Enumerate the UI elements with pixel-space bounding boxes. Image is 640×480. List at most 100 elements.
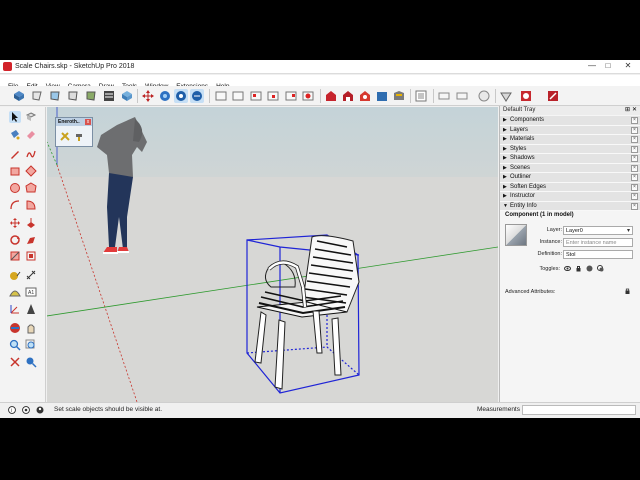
section-close-icon[interactable]: × xyxy=(631,183,638,191)
instance-name-input[interactable]: Enter instance name xyxy=(563,238,633,247)
orbit-tool-icon[interactable] xyxy=(9,322,21,334)
tray-section-shadows[interactable]: ▶ Shadows × xyxy=(500,154,640,164)
follow-me-icon[interactable] xyxy=(25,234,37,246)
paint-style-icon[interactable] xyxy=(48,89,62,103)
section-close-icon[interactable]: × xyxy=(631,117,638,124)
scale-plugin-icon[interactable] xyxy=(546,89,560,103)
padlock-icon[interactable] xyxy=(625,288,630,294)
tray-section-scenes[interactable]: ▶ Scenes × xyxy=(500,163,640,173)
iso-view-icon[interactable] xyxy=(214,89,228,103)
tray-section-materials[interactable]: ▶ Materials × xyxy=(500,135,640,145)
orbit-icon[interactable] xyxy=(158,89,172,103)
tray-pin-icon[interactable]: ⊞ xyxy=(625,106,630,115)
section-close-icon[interactable]: × xyxy=(631,126,638,134)
tray-section-soften-edges[interactable]: ▶ Soften Edges × xyxy=(500,182,640,192)
pan-hand-icon[interactable] xyxy=(25,322,37,334)
protractor-icon[interactable] xyxy=(9,286,21,298)
position-camera-icon[interactable] xyxy=(25,356,37,368)
rectangle-icon[interactable] xyxy=(9,165,21,177)
move-icon[interactable] xyxy=(141,89,155,103)
eraser-icon[interactable] xyxy=(25,128,37,140)
section-plane-icon[interactable] xyxy=(437,89,451,103)
monochrome-style-icon[interactable] xyxy=(102,89,116,103)
hammer-icon[interactable] xyxy=(74,130,86,142)
polygon-icon[interactable] xyxy=(25,182,37,194)
sandbox-icon[interactable] xyxy=(499,89,513,103)
scale-figure-person[interactable] xyxy=(97,117,147,254)
zoom-tool-icon[interactable] xyxy=(9,339,21,351)
shaded-style-icon[interactable] xyxy=(66,89,80,103)
pan-icon[interactable] xyxy=(174,89,188,103)
cast-shadows-icon[interactable] xyxy=(597,265,604,272)
make-component-icon[interactable] xyxy=(25,111,37,123)
rotated-rectangle-icon[interactable] xyxy=(25,165,37,177)
close-button[interactable]: ✕ xyxy=(623,61,633,71)
floating-window-close-button[interactable]: x xyxy=(85,119,91,125)
scale-figure-tool-icon[interactable] xyxy=(59,130,71,142)
select-arrow-icon[interactable] xyxy=(9,111,21,123)
credits-icon[interactable] xyxy=(22,406,30,414)
section-close-icon[interactable]: × xyxy=(631,174,638,181)
receive-shadows-icon[interactable] xyxy=(586,265,593,272)
section-close-icon[interactable]: × xyxy=(631,136,638,143)
advanced-attributes-label[interactable]: Advanced Attributes: xyxy=(505,289,555,295)
tray-section-layers[interactable]: ▶ Layers × xyxy=(500,125,640,135)
tray-section-styles[interactable]: ▶ Styles × xyxy=(500,144,640,154)
tray-close-button[interactable]: ✕ xyxy=(632,106,637,115)
chair-component[interactable] xyxy=(254,235,360,390)
layer-select[interactable]: Layer0 xyxy=(563,226,633,235)
shape-icon[interactable] xyxy=(30,89,44,103)
tray-section-components[interactable]: ▶ Components × xyxy=(500,116,640,126)
zoom-window-icon[interactable] xyxy=(25,339,37,351)
display-sections-icon[interactable] xyxy=(477,89,491,103)
extension-manager-icon[interactable] xyxy=(392,89,406,103)
tray-section-instructor[interactable]: ▶ Instructor × xyxy=(500,192,640,202)
3d-text-icon[interactable] xyxy=(25,303,37,315)
rotate-icon[interactable] xyxy=(9,234,21,246)
line-pencil-icon[interactable] xyxy=(9,148,21,160)
scale-icon[interactable] xyxy=(9,250,21,262)
push-pull-icon[interactable] xyxy=(25,217,37,229)
pie-icon[interactable] xyxy=(25,199,37,211)
circle-icon[interactable] xyxy=(9,182,21,194)
section-close-icon[interactable]: × xyxy=(631,164,638,172)
axes-icon[interactable] xyxy=(9,303,21,315)
top-view-icon[interactable] xyxy=(231,89,245,103)
move-tool-icon[interactable] xyxy=(9,217,21,229)
freehand-icon[interactable] xyxy=(25,148,37,160)
minimize-button[interactable]: — xyxy=(587,61,597,71)
left-view-icon[interactable] xyxy=(301,89,315,103)
geolocation-info-icon[interactable]: i xyxy=(8,406,16,414)
plugin-icon[interactable] xyxy=(519,89,533,103)
extension-warehouse-icon[interactable] xyxy=(358,89,372,103)
share-component-icon[interactable] xyxy=(341,89,355,103)
warehouse-icon[interactable] xyxy=(324,89,338,103)
text-icon[interactable]: A1 xyxy=(25,286,37,298)
hidden-toggle-eye-icon[interactable] xyxy=(564,265,571,272)
tray-section-outliner[interactable]: ▶ Outliner × xyxy=(500,173,640,183)
offset-icon[interactable] xyxy=(25,250,37,262)
paint-bucket-icon[interactable] xyxy=(9,128,21,140)
zoom-icon[interactable] xyxy=(190,89,204,103)
back-view-icon[interactable] xyxy=(284,89,298,103)
front-view-icon[interactable] xyxy=(249,89,263,103)
eneroth-floating-window[interactable]: Eneroth.. x xyxy=(55,117,93,147)
section-close-icon[interactable]: × xyxy=(631,155,638,162)
definition-name-input[interactable]: Stol xyxy=(563,250,633,259)
tape-measure-icon[interactable] xyxy=(9,269,21,281)
section-cut-icon[interactable] xyxy=(455,89,469,103)
zoom-extents-icon[interactable] xyxy=(9,356,21,368)
section-close-icon[interactable]: × xyxy=(631,145,638,153)
section-close-icon[interactable]: × xyxy=(631,202,638,210)
maximize-button[interactable]: □ xyxy=(603,61,613,71)
locked-toggle-icon[interactable] xyxy=(575,265,582,272)
user-account-icon[interactable] xyxy=(36,406,44,414)
model-info-icon[interactable] xyxy=(414,89,428,103)
model-viewport[interactable] xyxy=(47,107,498,402)
section-close-icon[interactable]: × xyxy=(631,193,638,200)
right-view-icon[interactable] xyxy=(266,89,280,103)
measurements-input[interactable] xyxy=(522,405,636,415)
tray-section-entity-info[interactable]: ▼ Entity Info × xyxy=(500,201,640,211)
arc-icon[interactable] xyxy=(9,199,21,211)
component-cube-icon[interactable] xyxy=(12,89,26,103)
